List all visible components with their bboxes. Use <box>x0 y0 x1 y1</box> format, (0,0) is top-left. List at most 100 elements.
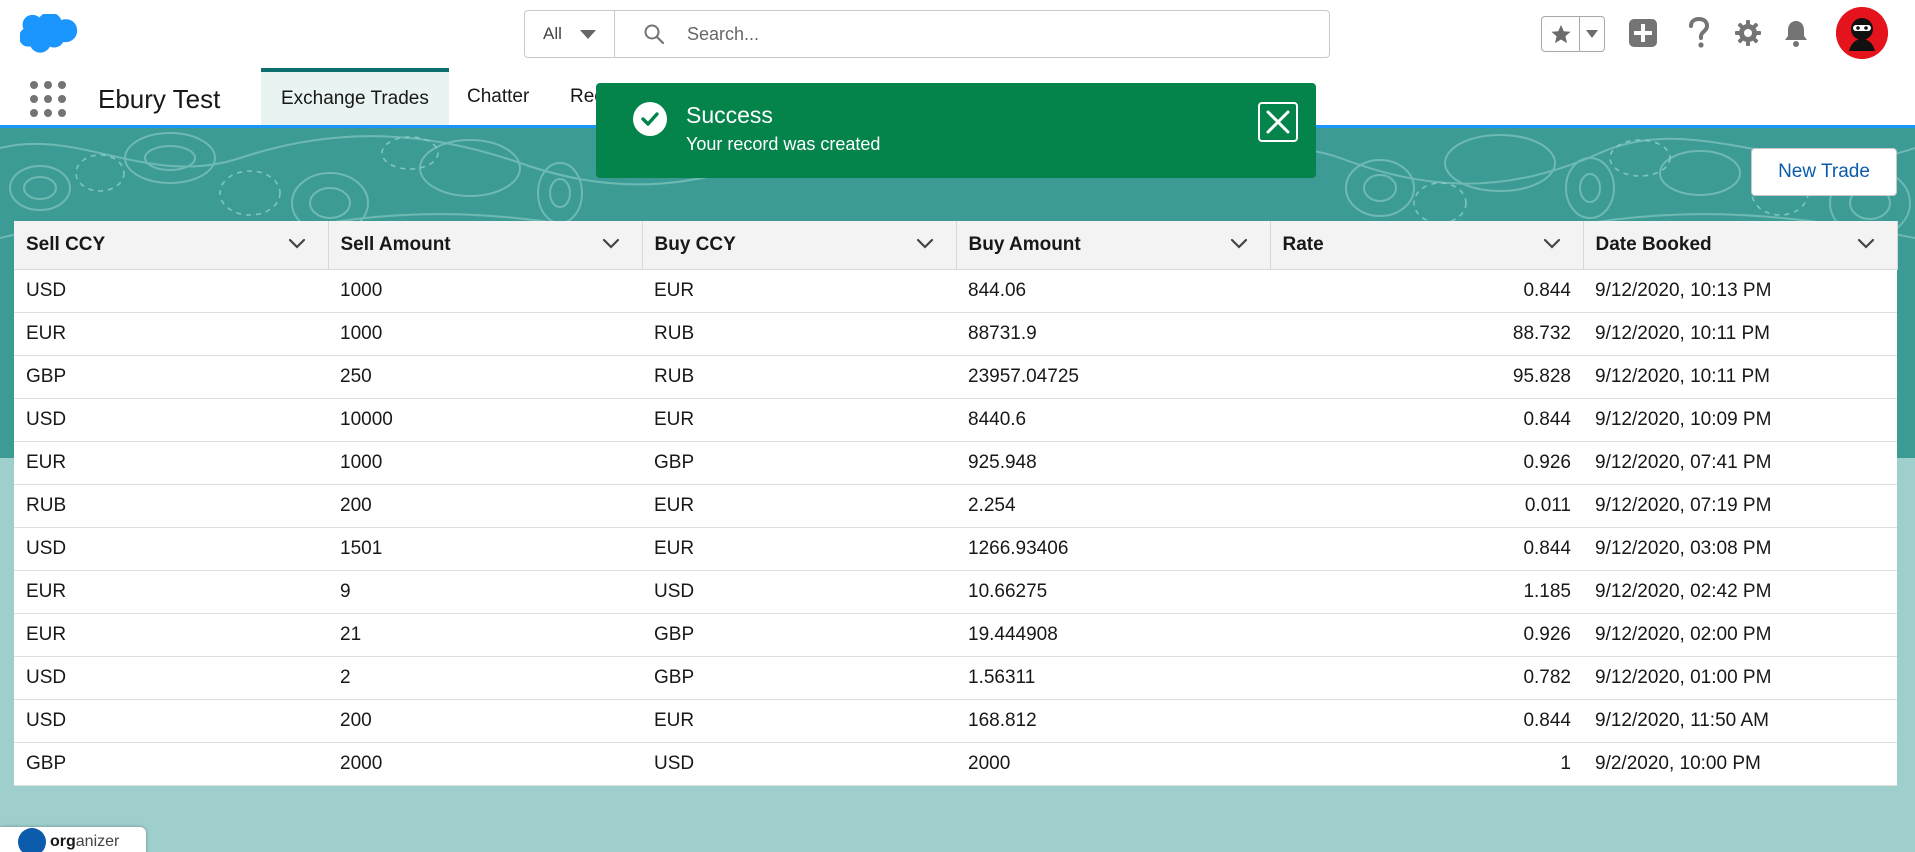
tab-chatter[interactable]: Chatter <box>447 68 549 125</box>
table-cell: EUR <box>642 269 956 313</box>
table-cell: GBP <box>14 742 328 786</box>
organizer-extension-chip[interactable]: organizer <box>0 827 146 852</box>
toast-message: Your record was created <box>686 134 881 154</box>
table-cell: USD <box>14 269 328 313</box>
table-cell: 9/12/2020, 11:50 AM <box>1583 699 1897 743</box>
user-avatar[interactable] <box>1836 7 1888 59</box>
table-cell: 8440.6 <box>956 398 1270 442</box>
table-cell: 200 <box>328 484 642 528</box>
table-row[interactable]: USD 2 GBP 1.56311 0.782 9/12/2020, 01:00 PM <box>14 656 1897 700</box>
app-launcher-button[interactable] <box>30 81 66 117</box>
column-header[interactable]: Sell Amount <box>328 221 643 270</box>
table-cell: 1 <box>1270 742 1583 786</box>
exchange-trades-table: Sell CCY Sell Amount Buy CCY Buy Amount Rate… <box>14 221 1898 786</box>
table-cell: 88731.9 <box>956 312 1270 356</box>
table-cell: GBP <box>642 656 956 700</box>
column-header[interactable]: Rate <box>1270 221 1584 270</box>
chevron-down-icon[interactable] <box>916 238 934 250</box>
table-cell: 1000 <box>328 441 642 485</box>
table-row[interactable]: USD 1501 EUR 1266.93406 0.844 9/12/2020, 03:0… <box>14 527 1897 571</box>
table-cell: 0.844 <box>1270 699 1583 743</box>
table-cell: USD <box>642 742 956 786</box>
table-cell: 9/12/2020, 03:08 PM <box>1583 527 1897 571</box>
table-cell: GBP <box>14 355 328 399</box>
tab-label: Exchange Trades <box>281 87 429 109</box>
column-header[interactable]: Sell CCY <box>14 221 329 270</box>
table-row[interactable]: USD 10000 EUR 8440.6 0.844 9/12/2020, 10:09 P… <box>14 398 1897 442</box>
table-cell: 250 <box>328 355 642 399</box>
table-cell: EUR <box>642 398 956 442</box>
table-row[interactable]: USD 200 EUR 168.812 0.844 9/12/2020, 11:50 AM <box>14 699 1897 743</box>
search-field[interactable] <box>615 11 1329 57</box>
table-row[interactable]: GBP 250 RUB 23957.04725 95.828 9/12/2020, 10:… <box>14 355 1897 399</box>
table-cell: GBP <box>642 613 956 657</box>
table-cell: 23957.04725 <box>956 355 1270 399</box>
table-cell: USD <box>14 699 328 743</box>
toast-close-button[interactable] <box>1258 102 1298 142</box>
column-header-label: Buy CCY <box>654 233 736 255</box>
table-cell: RUB <box>14 484 328 528</box>
table-cell: EUR <box>14 441 328 485</box>
column-header[interactable]: Date Booked <box>1583 221 1898 270</box>
table-cell: 95.828 <box>1270 355 1583 399</box>
table-cell: EUR <box>642 527 956 571</box>
table-row[interactable]: EUR 9 USD 10.66275 1.185 9/12/2020, 02:42 PM <box>14 570 1897 614</box>
table-cell: 925.948 <box>956 441 1270 485</box>
table-cell: USD <box>14 398 328 442</box>
chevron-down-icon[interactable] <box>1543 238 1561 250</box>
table-cell: 1000 <box>328 312 642 356</box>
table-cell: 1.56311 <box>956 656 1270 700</box>
table-row[interactable]: EUR 21 GBP 19.444908 0.926 9/12/2020, 02:00 P… <box>14 613 1897 657</box>
table-cell: 168.812 <box>956 699 1270 743</box>
salesforce-logo[interactable] <box>20 14 82 56</box>
column-header-label: Sell CCY <box>26 233 106 255</box>
chevron-down-icon[interactable] <box>602 238 620 250</box>
search-input[interactable] <box>687 23 1287 45</box>
column-header[interactable]: Buy Amount <box>956 221 1271 270</box>
tab-exchange-trades[interactable]: Exchange Trades <box>261 68 449 125</box>
table-cell: 2000 <box>956 742 1270 786</box>
favorites-group <box>1541 16 1605 52</box>
close-icon <box>1266 110 1290 134</box>
table-row[interactable]: USD 1000 EUR 844.06 0.844 9/12/2020, 10:13 PM <box>14 269 1897 313</box>
setup-button[interactable] <box>1731 16 1765 50</box>
table-cell: 9/12/2020, 10:13 PM <box>1583 269 1897 313</box>
favorites-button[interactable] <box>1542 17 1580 51</box>
table-row[interactable]: EUR 1000 RUB 88731.9 88.732 9/12/2020, 10:11 … <box>14 312 1897 356</box>
table-row[interactable]: EUR 1000 GBP 925.948 0.926 9/12/2020, 07:41 P… <box>14 441 1897 485</box>
table-cell: EUR <box>642 699 956 743</box>
app-name: Ebury Test <box>98 84 221 114</box>
table-cell: 2.254 <box>956 484 1270 528</box>
table-cell: 9 <box>328 570 642 614</box>
chevron-down-icon[interactable] <box>288 238 306 250</box>
notifications-button[interactable] <box>1779 16 1813 50</box>
table-cell: 200 <box>328 699 642 743</box>
table-cell: 9/12/2020, 07:41 PM <box>1583 441 1897 485</box>
table-cell: 9/2/2020, 10:00 PM <box>1583 742 1897 786</box>
table-cell: RUB <box>642 355 956 399</box>
table-cell: 9/12/2020, 07:19 PM <box>1583 484 1897 528</box>
tab-label: Chatter <box>467 85 530 107</box>
table-cell: 10000 <box>328 398 642 442</box>
table-cell: 0.844 <box>1270 398 1583 442</box>
table-cell: 0.844 <box>1270 527 1583 571</box>
table-cell: 844.06 <box>956 269 1270 313</box>
add-icon <box>1629 19 1657 47</box>
global-search: All <box>524 10 1330 58</box>
table-row[interactable]: RUB 200 EUR 2.254 0.011 9/12/2020, 07:19 PM <box>14 484 1897 528</box>
chevron-down-icon[interactable] <box>1857 238 1875 250</box>
organizer-label: organizer <box>50 833 120 850</box>
chevron-down-icon[interactable] <box>1230 238 1248 250</box>
search-icon <box>644 24 665 45</box>
table-cell: EUR <box>642 484 956 528</box>
help-button[interactable] <box>1682 16 1716 50</box>
global-actions-button[interactable] <box>1626 16 1660 50</box>
search-scope-dropdown[interactable]: All <box>525 11 615 57</box>
help-icon <box>1689 17 1710 48</box>
column-header-label: Date Booked <box>1595 233 1712 255</box>
favorites-list-button[interactable] <box>1580 17 1604 51</box>
new-trade-button[interactable]: New Trade <box>1751 148 1897 196</box>
table-cell: 0.011 <box>1270 484 1583 528</box>
table-row[interactable]: GBP 2000 USD 2000 1 9/2/2020, 10:00 PM <box>14 742 1897 786</box>
column-header[interactable]: Buy CCY <box>642 221 957 270</box>
